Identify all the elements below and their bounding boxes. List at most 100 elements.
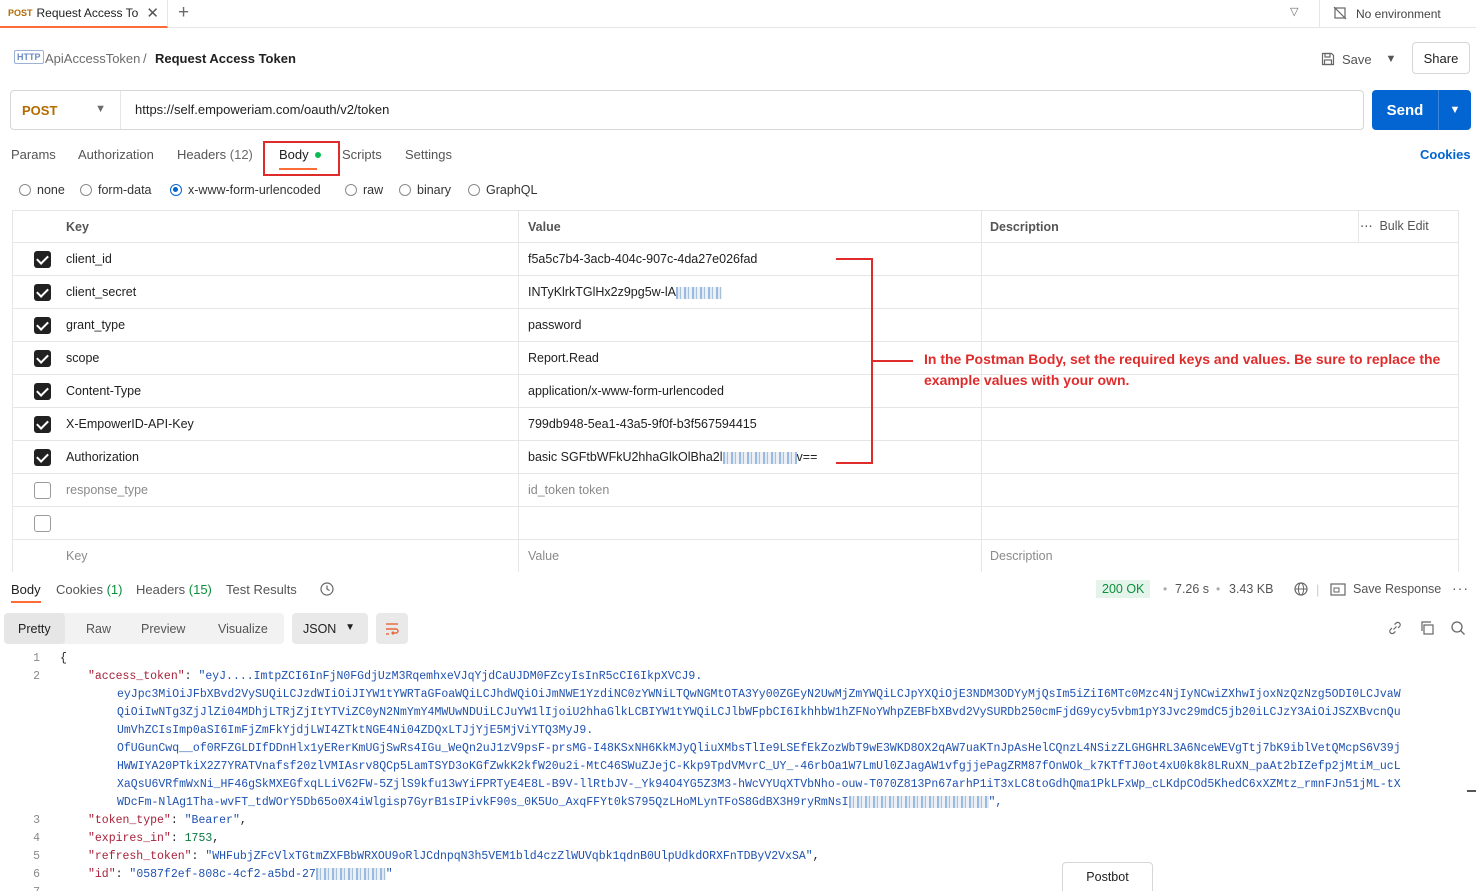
- active-tab-underline: [11, 601, 41, 603]
- send-options-chevron-icon[interactable]: ▼: [1439, 90, 1471, 130]
- json-key: "refresh_token": [88, 850, 192, 863]
- annotation-bracket: [836, 258, 873, 464]
- horizontal-scrollbar[interactable]: [1467, 790, 1476, 792]
- radio-label: none: [37, 183, 65, 197]
- radio-form-data[interactable]: form-data: [80, 183, 152, 197]
- token-line: eyJpc3MiOiJFbXBvd2VySUQiLCJzdWIiOiJIYW1t…: [117, 688, 1401, 701]
- radio-none[interactable]: none: [19, 183, 65, 197]
- value-placeholder[interactable]: Value: [528, 549, 559, 563]
- json-key: "expires_in": [88, 832, 171, 845]
- format-select[interactable]: JSON ▼: [292, 613, 368, 644]
- radio-label: binary: [417, 183, 452, 197]
- row-value-wrap[interactable]: basic SGFtbWFkU2hhaGlkOlBha2l v==: [528, 450, 817, 464]
- request-tab[interactable]: POST Request Access To ✕: [0, 0, 168, 28]
- url-input[interactable]: https://self.empoweriam.com/oauth/v2/tok…: [135, 102, 389, 117]
- cookies-link[interactable]: Cookies: [1420, 147, 1471, 162]
- row-value[interactable]: f5a5c7b4-3acb-404c-907c-4da27e026fad: [528, 252, 757, 266]
- tab-authorization[interactable]: Authorization: [78, 147, 154, 162]
- row-checkbox[interactable]: [34, 482, 51, 499]
- table-row-placeholder: Key Value Description: [12, 540, 1459, 573]
- row-checkbox[interactable]: [34, 350, 51, 367]
- new-tab-icon[interactable]: +: [178, 2, 189, 24]
- tab-title: Request Access To: [36, 6, 139, 20]
- save-response-button[interactable]: Save Response: [1330, 582, 1441, 596]
- tab-params[interactable]: Params: [11, 147, 56, 162]
- row-value[interactable]: password: [528, 318, 582, 332]
- row-key[interactable]: Content-Type: [66, 384, 141, 398]
- share-button[interactable]: Share: [1412, 42, 1470, 74]
- response-body-code[interactable]: 1 { 2 "access_token": "eyJ....ImtpZCI6In…: [0, 649, 1476, 891]
- row-key[interactable]: X-EmpowerID-API-Key: [66, 417, 194, 431]
- row-value[interactable]: id_token token: [528, 483, 609, 497]
- row-key[interactable]: client_id: [66, 252, 112, 266]
- row-value[interactable]: application/x-www-form-urlencoded: [528, 384, 724, 398]
- row-checkbox[interactable]: [34, 383, 51, 400]
- breadcrumb-collection[interactable]: ApiAccessToken: [45, 51, 140, 66]
- radio-label: GraphQL: [486, 183, 538, 197]
- view-preview[interactable]: Preview: [141, 613, 185, 644]
- response-tab-headers-label: Headers: [136, 582, 186, 597]
- copy-icon[interactable]: [1419, 620, 1435, 636]
- radio-raw[interactable]: raw: [345, 183, 383, 197]
- postbot-button[interactable]: Postbot: [1062, 862, 1153, 891]
- row-key[interactable]: Authorization: [66, 450, 139, 464]
- view-pretty[interactable]: Pretty: [4, 613, 65, 644]
- more-icon: ⋯: [1360, 219, 1373, 233]
- radio-graphql[interactable]: GraphQL: [468, 183, 537, 197]
- row-key[interactable]: scope: [66, 351, 99, 365]
- row-key[interactable]: grant_type: [66, 318, 125, 332]
- row-key[interactable]: client_secret: [66, 285, 136, 299]
- chevron-down-icon[interactable]: ▽: [1290, 5, 1298, 18]
- row-key[interactable]: response_type: [66, 483, 148, 497]
- row-checkbox[interactable]: [34, 251, 51, 268]
- method-select[interactable]: POST ▼: [11, 91, 121, 129]
- send-label: Send: [1386, 101, 1424, 119]
- token-line: OfUGunCwq__of0RFZGLDIfDDnHlx1yERerKmUGjS…: [117, 742, 1401, 755]
- row-value[interactable]: 799db948-5ea1-43a5-9f0f-b3f567594415: [528, 417, 757, 431]
- row-checkbox[interactable]: [34, 515, 51, 532]
- response-tab-test-results[interactable]: Test Results: [226, 582, 297, 597]
- row-checkbox[interactable]: [34, 416, 51, 433]
- more-options-icon[interactable]: ···: [1452, 580, 1469, 596]
- description-placeholder[interactable]: Description: [990, 549, 1053, 563]
- response-tab-headers[interactable]: Headers (15): [136, 582, 212, 597]
- view-raw[interactable]: Raw: [86, 613, 111, 644]
- response-tab-body[interactable]: Body: [11, 582, 41, 597]
- radio-urlencoded[interactable]: x-www-form-urlencoded: [170, 183, 321, 197]
- globe-icon[interactable]: [1293, 581, 1309, 597]
- json-key: "access_token": [88, 670, 185, 683]
- save-options-chevron-icon[interactable]: ▼: [1382, 48, 1400, 70]
- row-value[interactable]: Report.Read: [528, 351, 599, 365]
- row-checkbox[interactable]: [34, 449, 51, 466]
- bulk-edit-button[interactable]: ⋯ Bulk Edit: [1360, 218, 1429, 233]
- response-size[interactable]: 3.43 KB: [1229, 582, 1273, 596]
- breadcrumb-request[interactable]: Request Access Token: [155, 51, 296, 66]
- send-button[interactable]: Send ▼: [1372, 90, 1471, 130]
- row-value-wrap[interactable]: INTyKlrkTGlHx2z9pg5w-lA: [528, 285, 722, 299]
- tab-bar: POST Request Access To ✕ + ▽ No environm…: [0, 0, 1476, 28]
- search-icon[interactable]: [1450, 620, 1466, 636]
- radio-label: raw: [363, 183, 384, 197]
- response-time[interactable]: 7.26 s: [1175, 582, 1209, 596]
- history-icon[interactable]: [319, 581, 335, 597]
- radio-binary[interactable]: binary: [399, 183, 451, 197]
- table-header: Key Value Description: [12, 210, 1459, 243]
- redacted-blur: [722, 451, 797, 464]
- code-line: "token_type": "Bearer",: [88, 814, 247, 827]
- tab-settings[interactable]: Settings: [405, 147, 452, 162]
- column-description: Description: [990, 220, 1059, 234]
- view-visualize[interactable]: Visualize: [218, 613, 268, 644]
- row-checkbox[interactable]: [34, 317, 51, 334]
- link-icon[interactable]: [1387, 620, 1403, 636]
- row-checkbox[interactable]: [34, 284, 51, 301]
- key-placeholder[interactable]: Key: [66, 549, 88, 563]
- tab-headers[interactable]: Headers (12): [177, 147, 253, 162]
- wrap-lines-button[interactable]: [376, 613, 408, 644]
- wrap-icon: [386, 622, 399, 635]
- status-badge[interactable]: 200 OK: [1096, 580, 1151, 598]
- close-icon[interactable]: ✕: [146, 4, 159, 22]
- environment-selector[interactable]: No environment: [1356, 7, 1441, 21]
- response-tab-cookies[interactable]: Cookies (1): [56, 582, 122, 597]
- save-button[interactable]: Save: [1321, 48, 1372, 70]
- tab-scripts[interactable]: Scripts: [342, 147, 382, 162]
